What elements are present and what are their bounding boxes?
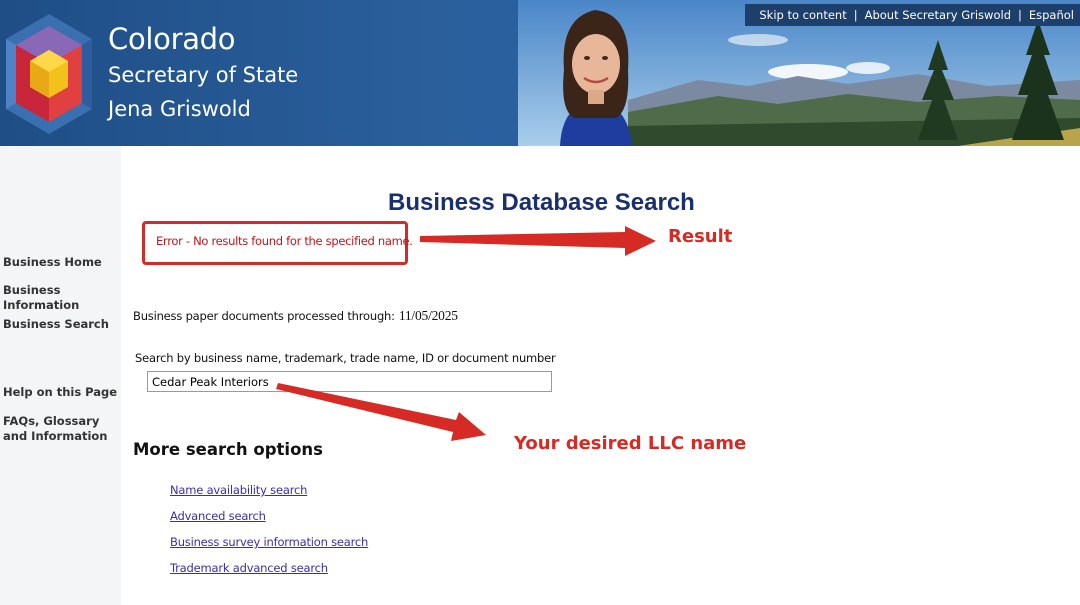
error-message: Error - No results found for the specifi… xyxy=(156,234,413,248)
agency-official: Jena Griswold xyxy=(108,97,251,121)
site-header: Colorado Secretary of State Jena Griswol… xyxy=(0,0,1080,146)
secretary-portrait-image xyxy=(560,10,632,146)
left-navigation: Business Home Business Information Busin… xyxy=(0,146,121,605)
utility-separator: | xyxy=(1018,8,1022,22)
result-annotation: Result xyxy=(668,226,733,247)
skip-to-content-link[interactable]: Skip to content xyxy=(759,8,846,22)
espanol-link[interactable]: Español xyxy=(1029,8,1074,22)
page-title: Business Database Search xyxy=(388,189,695,216)
about-secretary-link[interactable]: About Secretary Griswold xyxy=(865,8,1011,22)
nav-faqs-glossary[interactable]: FAQs, Glossary and Information xyxy=(3,414,121,444)
business-survey-search-link[interactable]: Business survey information search xyxy=(170,535,368,549)
nav-business-home[interactable]: Business Home xyxy=(3,255,121,270)
agency-name: Colorado Secretary of State Jena Griswol… xyxy=(108,22,298,123)
agency-state: Colorado xyxy=(108,22,236,56)
colorado-logo-icon xyxy=(6,14,92,134)
name-availability-search-link[interactable]: Name availability search xyxy=(170,483,307,497)
trademark-advanced-search-link[interactable]: Trademark advanced search xyxy=(170,561,328,575)
processed-through-info: Business paper documents processed throu… xyxy=(133,308,458,324)
agency-office: Secretary of State xyxy=(108,63,299,87)
nav-business-information[interactable]: Business Information xyxy=(3,283,93,313)
llc-name-annotation: Your desired LLC name xyxy=(514,433,747,454)
nav-business-search[interactable]: Business Search xyxy=(3,317,121,332)
advanced-search-link[interactable]: Advanced search xyxy=(170,509,266,523)
processed-label: Business paper documents processed throu… xyxy=(133,309,395,323)
business-search-input[interactable] xyxy=(147,371,552,392)
nav-help-on-page[interactable]: Help on this Page xyxy=(3,385,121,400)
result-arrow-icon xyxy=(420,226,656,256)
more-search-options-heading: More search options xyxy=(133,440,323,459)
processed-date: 11/05/2025 xyxy=(398,308,458,323)
utility-links-bar: Skip to content | About Secretary Griswo… xyxy=(745,4,1080,26)
utility-separator: | xyxy=(853,8,858,22)
search-label: Search by business name, trademark, trad… xyxy=(135,351,556,365)
